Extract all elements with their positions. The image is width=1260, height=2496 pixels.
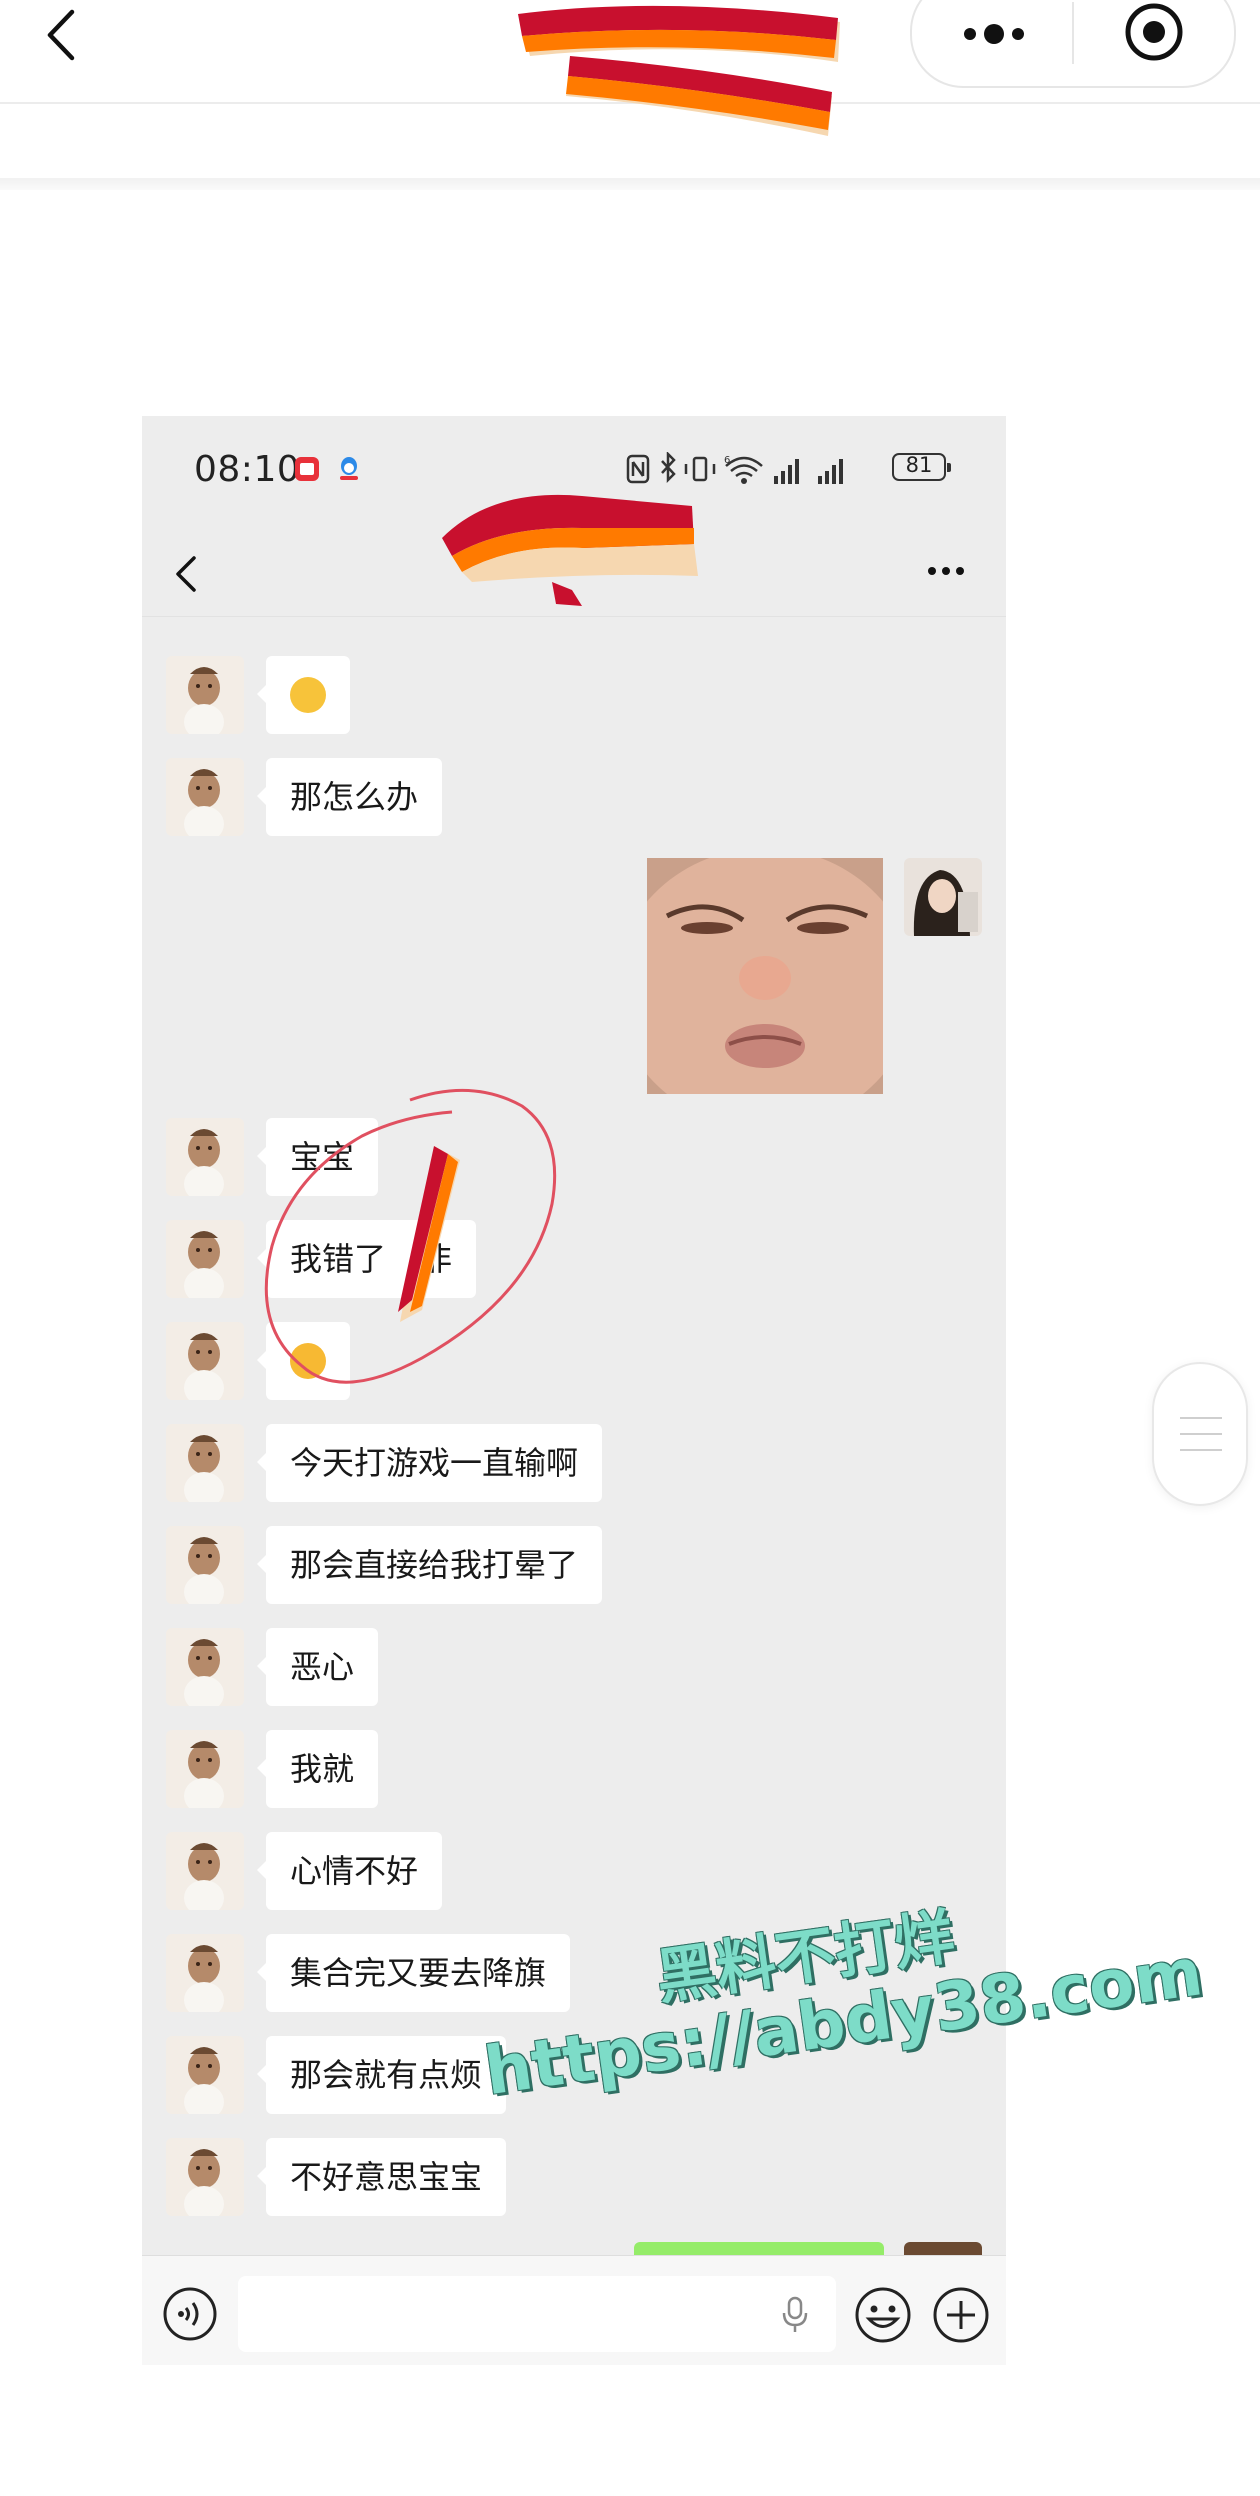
chat-input-bar <box>142 2255 1006 2365</box>
message-row: 我就 <box>142 1730 1006 1810</box>
plus-icon[interactable] <box>932 2286 990 2344</box>
message-bubble[interactable]: 那会直接给我打晕了 <box>256 1526 603 1604</box>
message-row: 不好意思宝宝 <box>142 2138 1006 2218</box>
message-input[interactable] <box>238 2276 836 2352</box>
message-bubble[interactable]: 恶心 <box>256 1628 379 1706</box>
message-bubble[interactable]: 不好意思宝宝 <box>256 2138 507 2216</box>
capsule-divider <box>1072 2 1074 64</box>
redaction-scribble <box>442 494 698 606</box>
message-row: 今天打游戏一直输啊 <box>142 1424 1006 1504</box>
more-dots-icon[interactable] <box>954 0 1034 60</box>
status-time: 08:10 <box>194 449 301 490</box>
app-notification-icon <box>295 457 319 481</box>
more-dots-icon[interactable] <box>924 556 968 586</box>
message-bubble[interactable]: 集合完又要去降旗 <box>256 1934 571 2012</box>
svg-text:6: 6 <box>724 455 730 466</box>
message-row: 那怎么办 <box>142 758 1006 838</box>
mic-icon[interactable] <box>780 2296 810 2334</box>
voice-icon[interactable] <box>162 2286 218 2342</box>
redaction-scribble <box>518 5 840 136</box>
self-avatar-partial <box>904 2242 982 2256</box>
target-circle-icon[interactable] <box>1122 0 1186 64</box>
sent-image-baby-pout-sticker[interactable] <box>647 858 883 1094</box>
message-bubble[interactable]: 那会就有点烦 <box>256 2036 507 2114</box>
capsule-menu <box>910 0 1236 88</box>
avatar[interactable] <box>166 1628 244 1706</box>
self-avatar[interactable] <box>904 858 982 936</box>
message-row-sent <box>142 858 1006 1098</box>
message-bubble[interactable]: 那怎么办 <box>256 758 443 836</box>
message-bubble[interactable]: 心情不好 <box>256 1832 443 1910</box>
avatar[interactable] <box>166 656 244 734</box>
avatar[interactable] <box>166 1832 244 1910</box>
message-row <box>142 656 1006 736</box>
message-bubble[interactable]: 我就 <box>256 1730 379 1808</box>
message-row: 恶心 <box>142 1628 1006 1708</box>
avatar[interactable] <box>166 1730 244 1808</box>
menu-lines-icon <box>1180 1417 1222 1451</box>
redaction-scribble <box>398 1146 460 1322</box>
avatar[interactable] <box>166 1526 244 1604</box>
battery-level: 81 <box>905 453 933 477</box>
qq-notification-icon <box>340 457 358 480</box>
chevron-left-icon[interactable] <box>170 552 200 596</box>
avatar[interactable] <box>166 2036 244 2114</box>
smile-icon[interactable] <box>854 2286 912 2344</box>
avatar[interactable] <box>166 2138 244 2216</box>
header-shadow <box>0 178 1260 190</box>
sent-bubble-partial <box>634 2242 884 2256</box>
floating-side-handle[interactable] <box>1152 1362 1248 1506</box>
battery-indicator: 81 <box>892 453 951 481</box>
chevron-left-icon[interactable] <box>40 8 84 62</box>
message-bubble[interactable] <box>257 656 350 734</box>
avatar[interactable] <box>166 758 244 836</box>
emoji-shy-icon <box>290 677 326 713</box>
message-row: 那会直接给我打晕了 <box>142 1526 1006 1606</box>
avatar[interactable] <box>166 1934 244 2012</box>
